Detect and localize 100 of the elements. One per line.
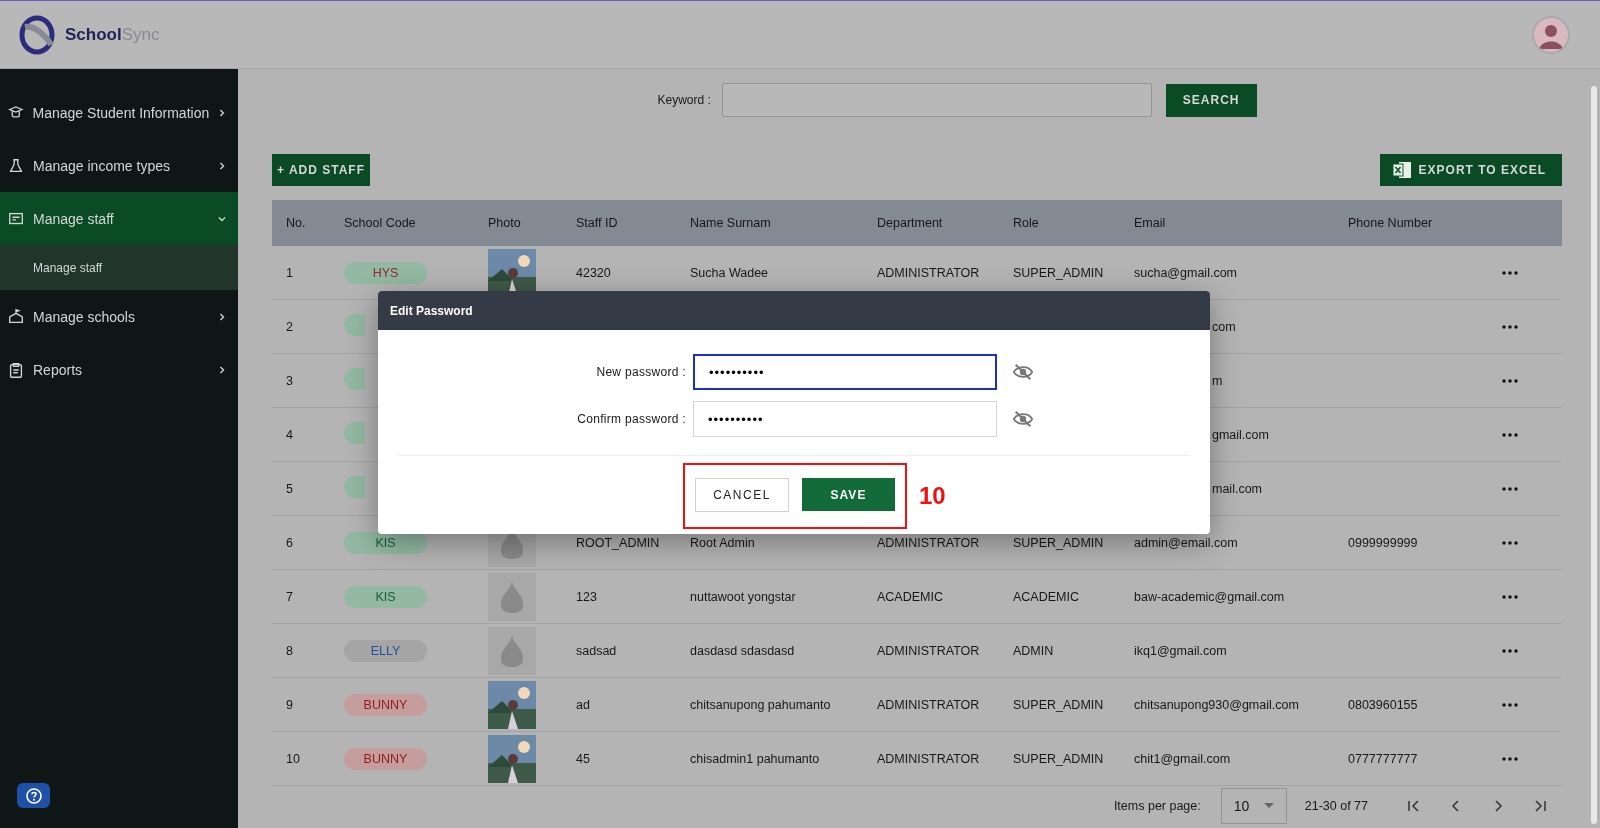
school-code-badge: HYS [344,261,427,284]
table-cell-text: SUPER_ADMIN [1012,535,1105,550]
table-cell-text: 4 [285,427,294,442]
sidebar-subitem[interactable]: Manage staff [0,245,238,290]
more-icon [1502,432,1518,437]
add-staff-button[interactable]: + ADD STAFF [272,154,370,186]
school-code-badge: BUNNY [344,693,427,716]
table-cell-text: SUPER_ADMIN [1012,697,1105,712]
table-cell-text: 0803960155 [1347,697,1419,712]
column-header: Photo [487,216,522,230]
table-cell-text: ACADEMIC [876,589,944,604]
sidebar-item[interactable]: Manage income types [0,139,238,192]
more-icon [1502,648,1518,653]
school-code-badge: BUNNY [344,747,427,770]
caret-down-icon [1263,803,1274,809]
table-cell-text: dasdasd sdasdasd [689,643,796,658]
table-cell-text: 10 [285,751,301,766]
password-field[interactable]: •••••••••• [693,354,997,390]
sidebar-label: Manage schools [33,308,136,325]
school-code-badge: KIS [344,531,427,554]
sidebar-label: Manage Student Information [32,104,210,121]
column-header: Department [876,216,944,230]
annotation-number: 10 [919,482,946,510]
logo-icon [17,14,57,55]
table-cell-text: ADMINISTRATOR [876,751,981,766]
page-size-select[interactable]: 10 [1220,788,1287,824]
chevron-right-icon [217,107,227,118]
avatar[interactable] [1532,15,1570,54]
dialog-title: Edit Password [378,291,1210,330]
column-header: No. [285,216,307,230]
column-header: Phone Number [1347,216,1434,230]
table-cell-text: Sucha Wadee [689,265,770,280]
table-cell-text: ADMINISTRATOR [876,643,981,658]
column-header: Name Surnam [689,216,772,230]
search-button[interactable]: SEARCH [1165,83,1257,117]
field-label: Confirm password : [576,412,686,426]
table-cell-text: ad [575,697,591,712]
table-cell-text: ROOT_ADMIN [575,535,661,550]
table-cell-text: ADMINISTRATOR [876,535,981,550]
cancel-button[interactable]: CANCEL [695,478,789,512]
table-cell-text: sucha@gmail.com [1133,265,1238,280]
save-button[interactable]: SAVE [802,478,895,511]
last-page-icon [1532,798,1548,814]
table-cell-text: 6 [285,535,294,550]
table-cell-text: 0999999999 [1347,535,1419,550]
export-button[interactable]: EXPORT TO EXCEL [1379,154,1562,186]
table-cell-text: 42320 [575,265,612,280]
help-icon [25,787,42,804]
password-field[interactable]: •••••••••• [693,401,997,437]
chevron-right-icon [217,311,227,322]
help-button[interactable] [17,783,50,808]
table-cell-text: 9 [285,697,294,712]
table-cell-text: 2 [285,319,294,334]
table-cell-text: chit1@gmail.com [1133,751,1232,766]
table-cell-text: chisadmin1 pahumanto [689,751,821,766]
eye-slash-icon [1012,361,1034,383]
eye-slash-icon [1012,408,1034,430]
table-cell-text: ADMIN [1012,643,1055,658]
person-icon [1534,17,1568,52]
table-cell-text: 123 [575,589,598,604]
clipboard-icon [7,360,25,379]
building-icon [7,307,25,326]
more-icon [1502,378,1518,383]
flask-icon [7,156,25,175]
column-header: Staff ID [575,216,619,230]
chevron-right-icon [217,364,227,375]
sidebar-label: Reports [33,361,84,378]
more-icon [1502,324,1518,329]
more-icon [1502,486,1518,491]
more-icon [1502,540,1518,545]
sidebar-item[interactable]: Manage schools [0,290,238,343]
table-cell-text: mail.com [1211,481,1263,496]
table-cell-text: 45 [575,751,591,766]
sidebar-item[interactable]: Manage staff [0,192,238,245]
keyword-field[interactable] [721,83,1152,117]
table-cell-text: SUPER_ADMIN [1012,265,1105,280]
table-cell-text: 8 [285,643,294,658]
sidebar-label: Manage income types [33,157,171,174]
page-range: 21-30 of 77 [1304,799,1368,813]
chevron-right-icon [217,160,227,171]
table-cell-text: 7 [285,589,294,604]
table-cell-text: chitsanupong pahumanto [689,697,832,712]
table-cell-text: baw-academic@gmail.com [1133,589,1286,604]
table-cell-text: sadsad [575,643,618,658]
sidebar-item[interactable]: Reports [0,343,238,396]
more-icon [1502,702,1518,707]
table-cell-text: 3 [285,373,294,388]
sidebar-item[interactable]: Manage Student Information [0,86,238,139]
field-label: New password : [595,365,686,379]
first-page-icon [1406,798,1422,814]
spreadsheet-icon [1391,161,1412,179]
column-header: Role [1012,216,1040,230]
table-cell-text: Root Admin [689,535,756,550]
table-cell-text: 5 [285,481,294,496]
table-cell-text: gmail.com [1211,427,1270,442]
table-cell-text: 1 [285,265,294,280]
table-cell-text: ADMINISTRATOR [876,265,981,280]
table-cell-text: ADMINISTRATOR [876,697,981,712]
table-cell-text: SUPER_ADMIN [1012,751,1105,766]
more-icon [1502,270,1518,275]
